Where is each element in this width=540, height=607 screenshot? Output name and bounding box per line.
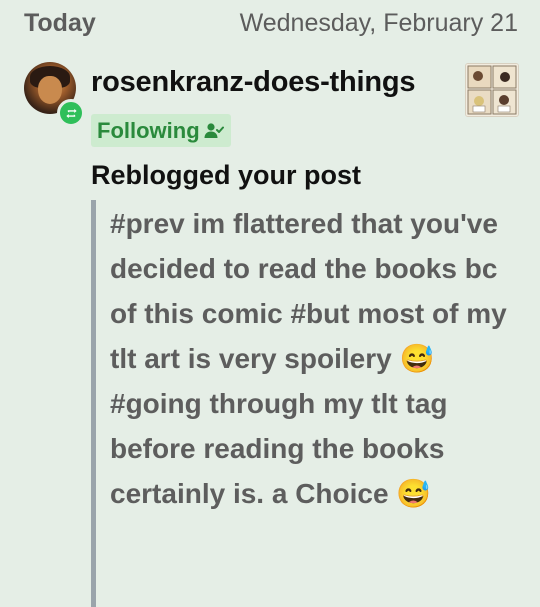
date-label: Wednesday, February 21 <box>239 8 518 37</box>
notification-action: Reblogged your post <box>91 160 361 190</box>
comic-thumbnail-image <box>466 64 518 116</box>
reblog-icon <box>57 99 85 127</box>
following-button[interactable]: Following <box>91 114 231 147</box>
quote-text: #prev im flattered that you've decided t… <box>110 208 507 509</box>
user-check-icon <box>204 122 224 138</box>
username-link[interactable]: rosenkranz-does-things <box>91 66 416 99</box>
post-thumbnail[interactable] <box>465 63 519 117</box>
activity-page: Today Wednesday, February 21 rosenkranz-… <box>0 0 540 607</box>
day-label: Today <box>24 8 96 37</box>
day-header: Today Wednesday, February 21 <box>24 6 518 40</box>
reblog-icon-glyph <box>65 108 77 118</box>
reblog-quote: #prev im flattered that you've decided t… <box>91 200 521 607</box>
following-label: Following <box>97 117 200 143</box>
avatar-face <box>38 76 62 104</box>
